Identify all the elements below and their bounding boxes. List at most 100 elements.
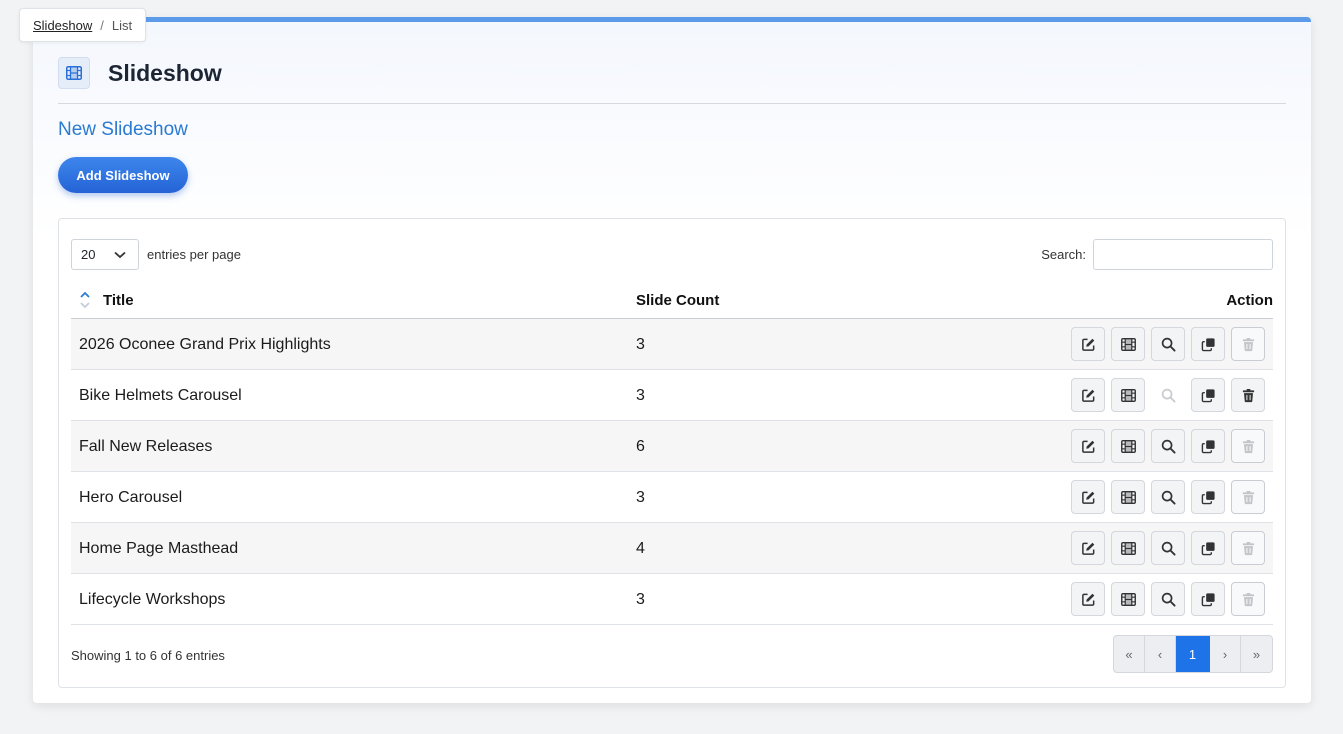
column-header-title-label: Title: [103, 291, 134, 309]
manage-slides-button[interactable]: [1111, 531, 1145, 565]
preview-button[interactable]: [1151, 429, 1185, 463]
row-slide-count: 3: [636, 489, 645, 506]
pagination-first[interactable]: «: [1114, 636, 1145, 672]
row-title: Hero Carousel: [79, 489, 183, 506]
delete-button: [1231, 327, 1265, 361]
delete-button: [1231, 582, 1265, 616]
add-slideshow-button[interactable]: Add Slideshow: [58, 157, 188, 193]
sort-icon: [80, 291, 90, 309]
row-actions: [1065, 378, 1265, 412]
edit-icon: [1081, 490, 1096, 505]
manage-slides-button[interactable]: [1111, 480, 1145, 514]
main-card: Slideshow New Slideshow Add Slideshow 20…: [33, 17, 1311, 703]
search-icon: [1161, 490, 1176, 505]
manage-slides-button[interactable]: [1111, 582, 1145, 616]
trash-icon: [1241, 388, 1256, 403]
edit-button[interactable]: [1071, 429, 1105, 463]
edit-button[interactable]: [1071, 378, 1105, 412]
column-header-action: Action: [1226, 292, 1273, 309]
search-icon: [1161, 541, 1176, 556]
trash-icon: [1241, 337, 1256, 352]
preview-button: [1151, 378, 1185, 412]
slideshow-table-card: 20 entries per page Search: Title Slide …: [58, 218, 1286, 688]
edit-icon: [1081, 439, 1096, 454]
film-icon: [1120, 439, 1136, 454]
manage-slides-button[interactable]: [1111, 327, 1145, 361]
row-slide-count: 3: [636, 591, 645, 608]
row-actions: [1065, 480, 1265, 514]
row-title: 2026 Oconee Grand Prix Highlights: [79, 336, 331, 353]
table-info: Showing 1 to 6 of 6 entries: [71, 648, 225, 663]
duplicate-button[interactable]: [1191, 582, 1225, 616]
edit-icon: [1081, 388, 1096, 403]
pagination-last[interactable]: »: [1241, 636, 1272, 672]
duplicate-button[interactable]: [1191, 531, 1225, 565]
breadcrumb: Slideshow / List: [19, 8, 147, 42]
table-search: Search:: [1041, 239, 1273, 270]
search-icon: [1161, 388, 1176, 403]
new-slideshow-heading: New Slideshow: [58, 119, 188, 140]
row-actions: [1065, 429, 1265, 463]
pagination: « ‹ 1 › »: [1113, 635, 1273, 673]
table-row: Lifecycle Workshops 3: [71, 574, 1273, 625]
trash-icon: [1241, 592, 1256, 607]
edit-icon: [1081, 541, 1096, 556]
table-header: Title Slide Count Action: [71, 285, 1273, 319]
clone-icon: [1201, 388, 1216, 403]
search-icon: [1161, 439, 1176, 454]
row-slide-count: 3: [636, 387, 645, 404]
row-title: Lifecycle Workshops: [79, 591, 226, 608]
edit-icon: [1081, 592, 1096, 607]
edit-button[interactable]: [1071, 582, 1105, 616]
row-actions: [1065, 531, 1265, 565]
manage-slides-button[interactable]: [1111, 378, 1145, 412]
duplicate-button[interactable]: [1191, 378, 1225, 412]
delete-button[interactable]: [1231, 378, 1265, 412]
pagination-page-1[interactable]: 1: [1176, 636, 1210, 672]
preview-button[interactable]: [1151, 327, 1185, 361]
row-slide-count: 4: [636, 540, 645, 557]
row-slide-count: 3: [636, 336, 645, 353]
chevron-down-icon: [114, 251, 126, 258]
trash-icon: [1241, 439, 1256, 454]
table-row: Bike Helmets Carousel 3: [71, 370, 1273, 421]
edit-button[interactable]: [1071, 327, 1105, 361]
entries-per-page-select[interactable]: 20: [71, 239, 139, 270]
search-input[interactable]: [1093, 239, 1273, 270]
breadcrumb-separator: /: [100, 17, 104, 33]
entries-per-page-label: entries per page: [147, 247, 241, 262]
duplicate-button[interactable]: [1191, 429, 1225, 463]
search-label: Search:: [1041, 247, 1086, 262]
preview-button[interactable]: [1151, 582, 1185, 616]
preview-button[interactable]: [1151, 480, 1185, 514]
duplicate-button[interactable]: [1191, 480, 1225, 514]
search-icon: [1161, 337, 1176, 352]
column-header-title[interactable]: Title: [79, 291, 134, 309]
row-actions: [1065, 327, 1265, 361]
film-icon: [1120, 592, 1136, 607]
clone-icon: [1201, 490, 1216, 505]
film-icon: [58, 57, 90, 89]
clone-icon: [1201, 592, 1216, 607]
duplicate-button[interactable]: [1191, 327, 1225, 361]
edit-button[interactable]: [1071, 531, 1105, 565]
breadcrumb-current: List: [111, 17, 133, 33]
column-header-slide-count[interactable]: Slide Count: [636, 292, 719, 309]
row-title: Home Page Masthead: [79, 540, 239, 557]
table-row: Home Page Masthead 4: [71, 523, 1273, 574]
clone-icon: [1201, 439, 1216, 454]
film-icon: [1120, 541, 1136, 556]
delete-button: [1231, 531, 1265, 565]
pagination-prev[interactable]: ‹: [1145, 636, 1176, 672]
pagination-next[interactable]: ›: [1210, 636, 1241, 672]
edit-button[interactable]: [1071, 480, 1105, 514]
breadcrumb-link-slideshow[interactable]: Slideshow: [33, 18, 92, 33]
row-actions: [1065, 582, 1265, 616]
preview-button[interactable]: [1151, 531, 1185, 565]
manage-slides-button[interactable]: [1111, 429, 1145, 463]
clone-icon: [1201, 541, 1216, 556]
entries-per-page-value: 20: [81, 247, 96, 262]
page-header: Slideshow: [58, 57, 222, 89]
delete-button: [1231, 429, 1265, 463]
clone-icon: [1201, 337, 1216, 352]
